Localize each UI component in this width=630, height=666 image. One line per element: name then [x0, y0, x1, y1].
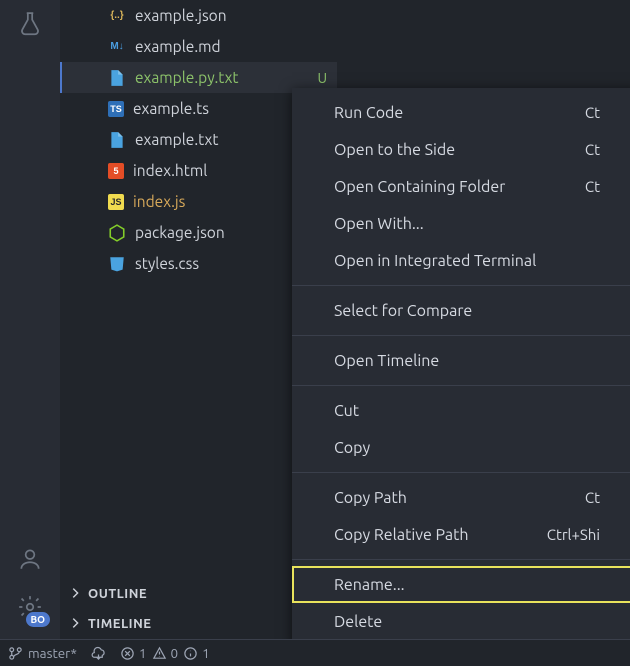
typescript-icon: TS — [108, 101, 124, 117]
error-icon — [120, 646, 135, 661]
menu-item[interactable]: Select for Compare — [292, 292, 630, 329]
chevron-right-icon — [68, 616, 82, 633]
menu-item-shortcut: Ct — [585, 489, 600, 506]
css-icon — [108, 255, 126, 273]
json-icon: {..} — [108, 7, 126, 25]
file-name: example.md — [135, 38, 327, 55]
menu-item-label: Run Code — [334, 104, 403, 122]
markdown-icon: M↓ — [108, 38, 126, 56]
menu-separator — [292, 472, 630, 473]
settings-icon[interactable]: BO — [6, 583, 54, 631]
menu-item[interactable]: Open Timeline — [292, 342, 630, 379]
menu-item-shortcut: Ct — [585, 104, 600, 121]
menu-item[interactable]: Copy — [292, 429, 630, 466]
sync-indicator[interactable] — [91, 640, 106, 666]
html-icon: 5 — [108, 163, 124, 179]
flask-icon[interactable] — [6, 0, 54, 48]
timeline-label: TIMELINE — [88, 617, 152, 631]
menu-item[interactable]: Copy Relative Path Ctrl+Shi — [292, 516, 630, 553]
menu-item[interactable]: Delete — [292, 603, 630, 640]
branch-indicator[interactable]: master* — [8, 640, 77, 666]
menu-item-label: Select for Compare — [334, 302, 472, 320]
info-icon — [183, 646, 198, 661]
git-branch-icon — [8, 646, 23, 661]
menu-item[interactable]: Run Code Ct — [292, 94, 630, 131]
status-bar: master* 1 0 1 — [0, 639, 630, 666]
file-row[interactable]: {..} example.json — [60, 0, 337, 31]
menu-item-shortcut: Ct — [585, 141, 600, 158]
menu-item-label: Copy Relative Path — [334, 526, 469, 544]
menu-item-label: Copy Path — [334, 489, 407, 507]
cloud-sync-icon — [91, 646, 106, 661]
menu-item[interactable]: Rename... — [292, 566, 630, 603]
file-icon — [108, 69, 126, 87]
file-icon — [108, 131, 126, 149]
node-icon — [108, 224, 126, 242]
menu-item-label: Copy — [334, 439, 370, 457]
chevron-right-icon — [68, 586, 82, 603]
menu-item-label: Open With... — [334, 215, 424, 233]
menu-separator — [292, 385, 630, 386]
activity-bar: BO — [0, 0, 60, 639]
menu-item-label: Delete — [334, 613, 382, 631]
file-name: example.py.txt — [135, 69, 308, 86]
menu-item-shortcut: Ct — [585, 178, 600, 195]
branch-name: master* — [28, 645, 77, 661]
account-icon[interactable] — [6, 535, 54, 583]
menu-separator — [292, 285, 630, 286]
file-row[interactable]: M↓ example.md — [60, 31, 337, 62]
file-name: example.json — [135, 7, 327, 24]
menu-item[interactable]: Open in Integrated Terminal — [292, 242, 630, 279]
menu-item[interactable]: Cut — [292, 392, 630, 429]
menu-item[interactable]: Open With... — [292, 205, 630, 242]
menu-item[interactable]: Copy Path Ct — [292, 479, 630, 516]
menu-separator — [292, 559, 630, 560]
menu-item[interactable]: Open Containing Folder Ct — [292, 168, 630, 205]
error-count: 1 — [139, 645, 147, 661]
problems-indicator[interactable]: 1 0 1 — [120, 640, 210, 666]
menu-item-label: Open to the Side — [334, 141, 455, 159]
info-count: 1 — [202, 645, 210, 661]
context-menu: Run CodeCtOpen to the SideCtOpen Contain… — [292, 88, 630, 646]
outline-label: OUTLINE — [88, 587, 147, 601]
menu-item-label: Open Timeline — [334, 352, 439, 370]
settings-badge: BO — [26, 612, 51, 627]
warning-icon — [152, 646, 167, 661]
menu-item-label: Cut — [334, 402, 359, 420]
menu-item[interactable]: Open to the Side Ct — [292, 131, 630, 168]
menu-separator — [292, 335, 630, 336]
javascript-icon: JS — [108, 194, 124, 210]
warning-count: 0 — [171, 645, 179, 661]
git-status: U — [317, 70, 327, 86]
menu-item-label: Open in Integrated Terminal — [334, 252, 536, 270]
menu-item-shortcut: Ctrl+Shi — [547, 526, 600, 543]
menu-item-label: Rename... — [334, 576, 405, 594]
menu-item-label: Open Containing Folder — [334, 178, 505, 196]
